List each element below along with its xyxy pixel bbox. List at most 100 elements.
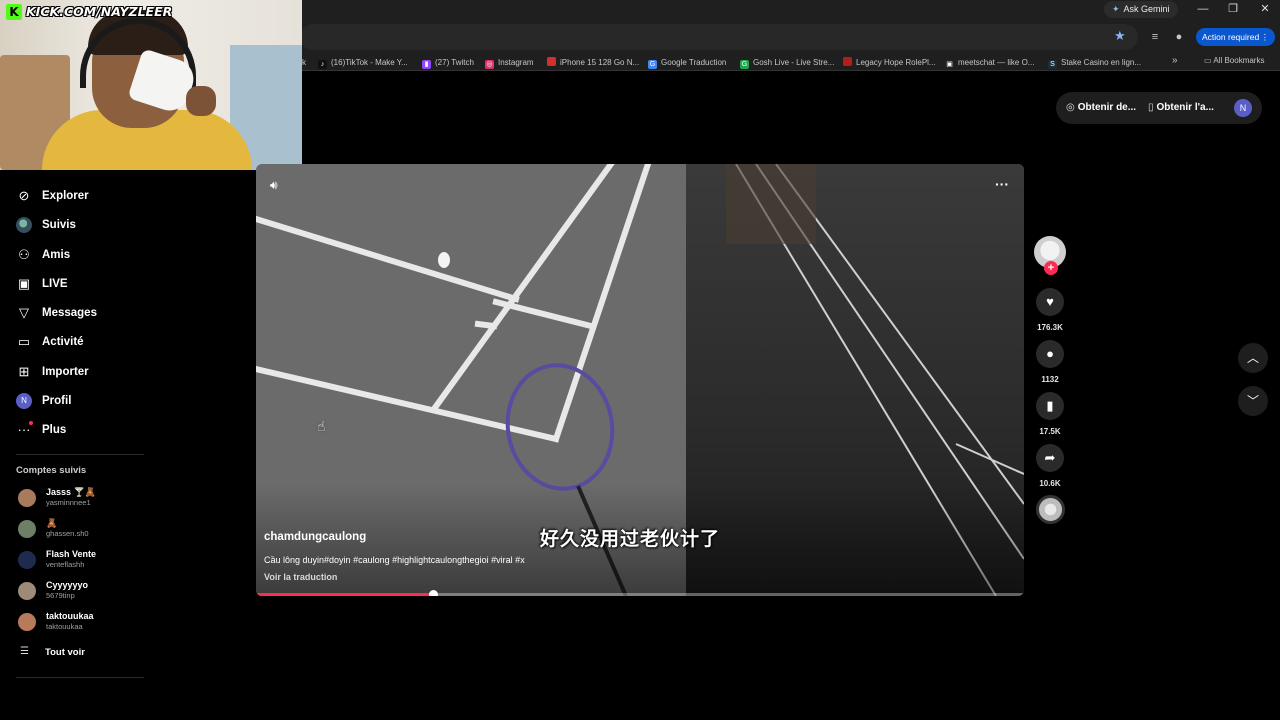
bookmark-label: Google Traduction [661, 58, 727, 67]
media-control-icon[interactable]: ≡ [1148, 30, 1162, 44]
chevron-up-icon: ︿ [1246, 351, 1259, 365]
hand-cursor-icon: ☝︎ [317, 418, 326, 434]
account-handle: ghassen.sh0 [46, 529, 89, 538]
video-description: Cầu lông duyin#doyin #caulong #highlight… [264, 555, 525, 565]
kick-url: KICK.COM/NAYZLEER [26, 4, 173, 19]
instagram-icon: ◎ [485, 60, 494, 69]
messages-icon: ▽ [19, 305, 29, 320]
avatar [18, 520, 36, 538]
save-count: 17.5K [1039, 427, 1061, 436]
sidebar-divider [16, 677, 144, 678]
bookmark-item[interactable]: ◎ Instagram [485, 56, 534, 69]
bookmark-icon: ▮ [1046, 398, 1054, 413]
follow-plus-icon[interactable]: + [1044, 261, 1058, 275]
get-app-button[interactable]: ▯ Obtenir l'a... [1148, 102, 1214, 113]
followed-account[interactable]: taktouukaa taktouukaa [16, 610, 156, 636]
video-player[interactable]: 🔊︎ ··· 好久没用过老伙计了 chamdungcaulong Cầu lôn… [256, 164, 1024, 596]
account-name: Jasss 🍸🧸 [46, 487, 96, 497]
followed-account[interactable]: Cyyyyyyo 5679tinp [16, 579, 156, 605]
previous-video-button[interactable]: ︿ [1238, 343, 1268, 373]
bookmark-label: (16)TikTok - Make Y... [331, 58, 408, 67]
sidebar-item-label: LIVE [42, 278, 68, 290]
bookmark-label: Legacy Hope RolePl... [856, 58, 936, 67]
sidebar-item-label: Importer [42, 366, 89, 378]
video-author[interactable]: chamdungcaulong [264, 531, 366, 543]
meetschat-icon: ▣ [945, 60, 954, 69]
top-action-bar: ◎ Obtenir de... ▯ Obtenir l'a... [1056, 92, 1262, 124]
next-video-button[interactable]: ﹀ [1238, 386, 1268, 416]
save-button[interactable]: ▮ [1036, 392, 1064, 420]
screen: ✦ Ask Gemini — ❐ ✕ ★ ≡ ● Action required ⋮… [0, 0, 1280, 720]
followed-account[interactable]: Jasss 🍸🧸 yasminnnee1 [16, 486, 156, 512]
bookmark-label: Gosh Live - Live Stre... [753, 58, 835, 67]
see-all-label: Tout voir [45, 647, 85, 658]
bookmark-label: iPhone 15 128 Go N... [560, 58, 640, 67]
like-button[interactable]: ♥ [1036, 288, 1064, 316]
comment-count: 1132 [1041, 375, 1059, 384]
see-translation-link[interactable]: Voir la traduction [264, 572, 337, 582]
sidebar-item-label: Explorer [42, 190, 89, 202]
profile-avatar-icon: N [16, 393, 32, 409]
avatar [18, 551, 36, 569]
phone-icon: ▯ [1148, 102, 1154, 113]
restore-icon[interactable]: ❐ [1218, 0, 1248, 18]
user-avatar[interactable]: N [1234, 99, 1252, 117]
coin-icon: ◎ [1066, 102, 1075, 113]
action-required-button[interactable]: Action required ⋮ [1196, 28, 1276, 46]
bookmark-item[interactable]: ♪ (16)TikTok - Make Y... [318, 56, 408, 69]
comment-button[interactable]: ● [1036, 340, 1064, 368]
avatar [18, 613, 36, 631]
bookmark-label: (27) Twitch [435, 58, 474, 67]
ask-gemini-button[interactable]: ✦ Ask Gemini [1104, 1, 1178, 18]
close-icon[interactable]: ✕ [1250, 0, 1280, 18]
following-section-title: Comptes suivis [16, 465, 87, 476]
gemini-sparkle-icon: ✦ [1112, 4, 1120, 14]
bookmark-item[interactable]: ▣ meetschat — like O... [945, 56, 1034, 69]
bookmark-star-icon[interactable]: ★ [1114, 29, 1128, 43]
music-disc-icon[interactable] [1036, 495, 1065, 524]
bookmarks-overflow-icon[interactable]: » [1172, 55, 1178, 66]
address-bar[interactable] [300, 24, 1138, 50]
bookmark-item[interactable]: G Gosh Live - Live Stre... [740, 56, 834, 69]
tiktok-icon: ♪ [318, 60, 327, 69]
friends-icon: ⚇ [18, 247, 30, 262]
bookmark-label: Instagram [498, 58, 534, 67]
comment-icon: ● [1046, 346, 1054, 361]
legacy-icon [843, 57, 852, 66]
account-handle: taktouukaa [46, 622, 83, 631]
bookmark-item[interactable]: S Stake Casino en lign... [1048, 56, 1141, 69]
heart-icon: ♥ [1046, 294, 1054, 309]
account-name: taktouukaa [46, 611, 94, 621]
bookmark-item[interactable]: G Google Traduction [648, 56, 726, 69]
sidebar-item-label: Plus [42, 424, 67, 436]
video-progress-fill [256, 593, 433, 596]
bookmark-item[interactable]: iPhone 15 128 Go N... [547, 56, 639, 69]
minimize-icon[interactable]: — [1188, 0, 1218, 18]
volume-icon[interactable]: 🔊︎ [270, 178, 286, 192]
chevron-down-icon: ﹀ [1246, 394, 1259, 408]
share-button[interactable]: ➦ [1036, 444, 1064, 472]
get-app-label: Obtenir l'a... [1156, 102, 1214, 113]
video-progress-handle[interactable] [428, 590, 438, 596]
bookmark-item[interactable]: Legacy Hope RolePl... [843, 56, 936, 69]
get-coins-button[interactable]: ◎ Obtenir de... [1066, 102, 1136, 113]
following-avatar-icon [16, 217, 32, 233]
followed-account[interactable]: Flash Vente venteflashh [16, 548, 156, 574]
profile-icon[interactable]: ● [1172, 30, 1186, 44]
all-bookmarks-button[interactable]: ▭ All Bookmarks [1204, 56, 1264, 65]
bookmark-item[interactable]: ▮ (27) Twitch [422, 56, 474, 69]
webcam-hand [186, 86, 216, 116]
avatar [18, 582, 36, 600]
get-coins-label: Obtenir de... [1077, 102, 1137, 113]
followed-account[interactable]: 🧸 ghassen.sh0 [16, 517, 156, 543]
more-options-icon[interactable]: ··· [994, 176, 1010, 192]
kick-logo-icon: K [6, 4, 22, 20]
kebab-menu-icon: ⋮ [1260, 32, 1270, 42]
live-icon: ▣ [17, 276, 31, 291]
sidebar-item-label: Activité [42, 336, 84, 348]
bookmark-item[interactable]: k [302, 56, 306, 69]
notification-dot [29, 421, 33, 425]
video-progress-bar[interactable] [256, 590, 1024, 596]
account-handle: yasminnnee1 [46, 498, 91, 507]
like-count: 176.3K [1037, 323, 1063, 332]
